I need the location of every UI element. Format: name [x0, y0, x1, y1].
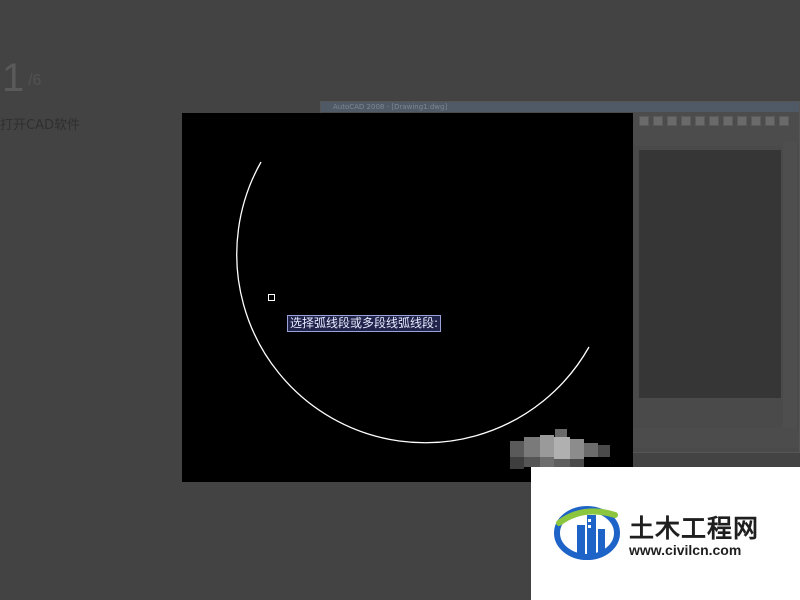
step-description: 打开CAD软件: [0, 118, 80, 133]
toolbar-icon[interactable]: [723, 116, 733, 126]
background-drawing-area: [639, 150, 781, 398]
toolbar-icon[interactable]: [779, 116, 789, 126]
toolbar-icon[interactable]: [653, 116, 663, 126]
step-total: /6: [28, 72, 42, 89]
cad-drawing-canvas[interactable]: 选择弧线段或多段线弧线段:: [182, 113, 633, 482]
cad-window-title: AutoCAD 2008 - [Drawing1.dwg]: [321, 102, 799, 112]
cad-status-bar: [633, 428, 799, 448]
civilcn-logo-icon: [554, 506, 620, 560]
command-prompt-tooltip: 选择弧线段或多段线弧线段:: [287, 315, 442, 332]
toolbar-icon[interactable]: [667, 116, 677, 126]
toolbar-icon[interactable]: [639, 116, 649, 126]
watermark-url: www.civilcn.com: [629, 542, 742, 558]
cad-side-toolbar: [783, 142, 797, 442]
pickbox-cursor: [268, 294, 275, 301]
toolbar-icon[interactable]: [765, 116, 775, 126]
watermark-logo: 土木工程网 www.civilcn.com: [531, 467, 800, 600]
watermark-site-name: 土木工程网: [629, 514, 760, 543]
toolbar-icon[interactable]: [695, 116, 705, 126]
step-number: 1: [2, 56, 25, 100]
cad-toolbar: [633, 112, 799, 146]
toolbar-icon[interactable]: [681, 116, 691, 126]
toolbar-icon[interactable]: [751, 116, 761, 126]
toolbar-icon[interactable]: [737, 116, 747, 126]
selected-arc[interactable]: [236, 161, 590, 444]
toolbar-icon[interactable]: [709, 116, 719, 126]
